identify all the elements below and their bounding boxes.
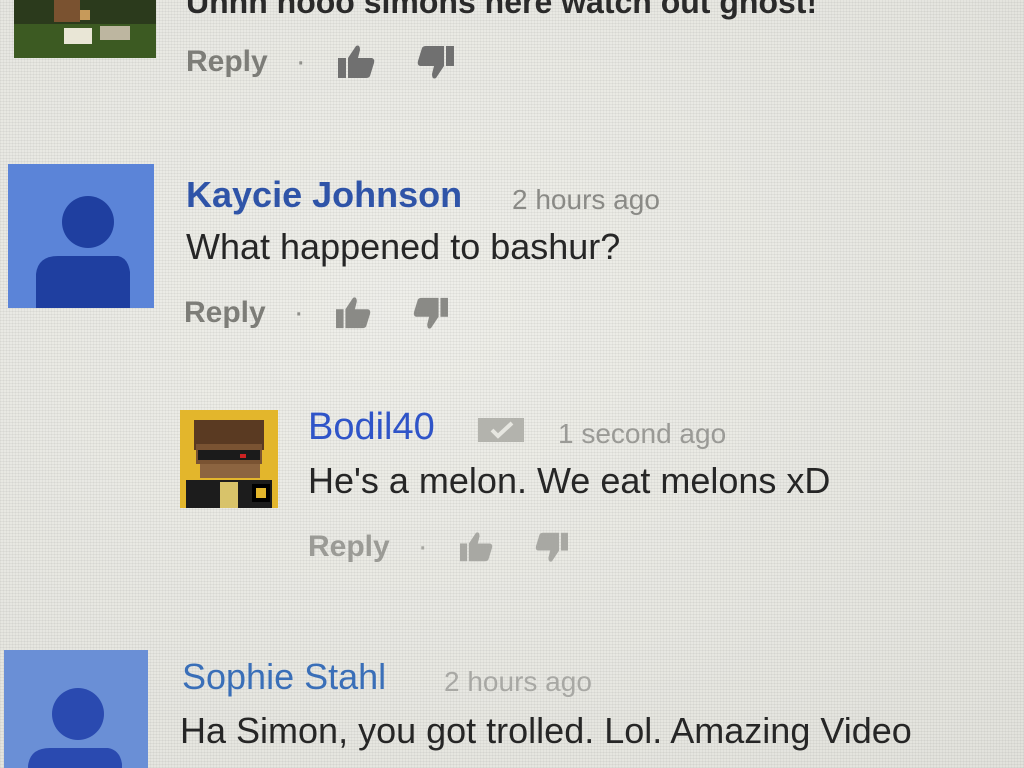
comment-actions: Reply · — [184, 296, 450, 330]
reply-button[interactable]: Reply — [308, 530, 390, 564]
check-badge-icon — [478, 418, 524, 442]
comment-text: Ha Simon, you got trolled. Lol. Amazing … — [180, 710, 912, 751]
avatar[interactable] — [180, 410, 278, 508]
author-name[interactable]: Kaycie Johnson — [186, 174, 462, 216]
comment-time[interactable]: 1 second ago — [558, 418, 726, 450]
separator-dot: · — [417, 530, 428, 563]
author-name[interactable]: Bodil40 — [308, 406, 435, 449]
separator-dot: · — [295, 45, 306, 78]
comment-text: Uhhh nooo simons here watch out ghost! — [186, 0, 818, 20]
comment-bodil: Bodil40 1 second ago He's a melon. We ea… — [0, 400, 1024, 590]
comment-top: Uhhh nooo simons here watch out ghost! R… — [0, 0, 1024, 100]
separator-dot: · — [293, 296, 304, 329]
thumbs-down-icon[interactable] — [416, 44, 456, 80]
comment-sophie: Sophie Stahl 2 hours ago Ha Simon, you g… — [0, 640, 1024, 768]
comments-screen: Uhhh nooo simons here watch out ghost! R… — [0, 0, 1024, 768]
author-name[interactable]: Sophie Stahl — [182, 656, 386, 698]
thumbs-down-icon[interactable] — [534, 531, 570, 563]
comment-time[interactable]: 2 hours ago — [444, 666, 592, 698]
comment-kaycie: Kaycie Johnson 2 hours ago What happened… — [0, 160, 1024, 350]
avatar[interactable] — [4, 650, 148, 768]
comment-actions: Reply · — [308, 530, 570, 564]
thumbs-down-icon[interactable] — [412, 296, 450, 330]
reply-button[interactable]: Reply — [184, 296, 266, 330]
avatar[interactable] — [8, 164, 154, 308]
comment-text: What happened to bashur? — [186, 226, 621, 267]
thumbs-up-icon[interactable] — [336, 44, 376, 80]
comment-time[interactable]: 2 hours ago — [512, 184, 660, 216]
comment-text: He's a melon. We eat melons xD — [308, 460, 831, 501]
comment-actions: Reply · — [186, 44, 456, 80]
avatar[interactable] — [14, 0, 156, 58]
reply-button[interactable]: Reply — [186, 45, 268, 79]
thumbs-up-icon[interactable] — [458, 531, 494, 563]
thumbs-up-icon[interactable] — [334, 296, 372, 330]
